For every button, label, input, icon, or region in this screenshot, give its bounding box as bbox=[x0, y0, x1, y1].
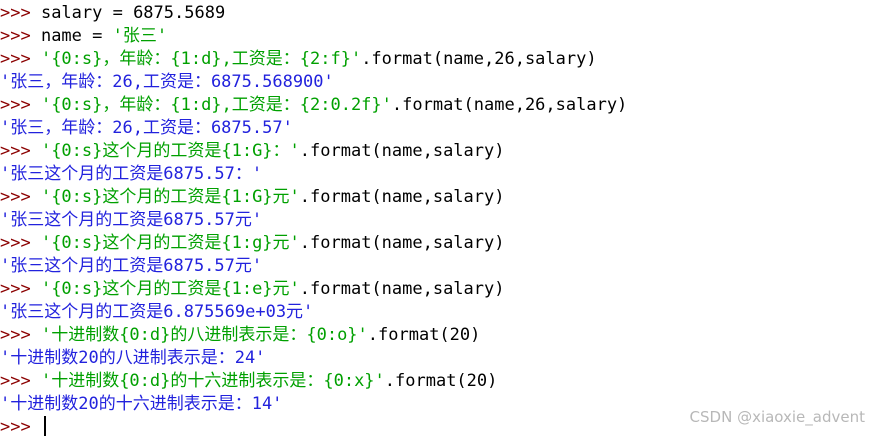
prompt-marker: >>> bbox=[0, 26, 41, 46]
string-literal: '{0:s}，年龄：{1:d},工资是：{2:0.2f}' bbox=[40, 95, 392, 115]
string-literal: '十进制数{0:d}的十六进制表示是：{0:x}' bbox=[40, 371, 385, 391]
input-line: >>> '{0:s}，年龄：{1:d},工资是：{2:0.2f}'.format… bbox=[0, 94, 627, 117]
output-text: '张三这个月的工资是6.875569e+03元' bbox=[0, 302, 314, 322]
string-literal: '{0:s}这个月的工资是{1:g}元' bbox=[40, 233, 300, 253]
input-line: >>> salary = 6875.5689 bbox=[0, 2, 225, 25]
output-line: '张三这个月的工资是6.875569e+03元' bbox=[0, 301, 313, 324]
string-literal: '张三' bbox=[112, 26, 168, 46]
string-literal: '{0:s}这个月的工资是{1:e}元' bbox=[40, 279, 300, 299]
python-shell[interactable]: >>> salary = 6875.5689 >>> name = '张三' >>>… bbox=[0, 0, 879, 439]
output-line: '张三这个月的工资是6875.57元' bbox=[0, 255, 262, 278]
method-call: .format(20) bbox=[384, 371, 498, 391]
prompt-marker: >>> bbox=[0, 417, 41, 437]
prompt-marker: >>> bbox=[0, 279, 41, 299]
input-line: >>> '{0:s}这个月的工资是{1:g}元'.format(name,sal… bbox=[0, 232, 504, 255]
method-call: .format(name,salary) bbox=[299, 279, 505, 299]
output-text: '张三，年龄：26,工资是：6875.57' bbox=[0, 118, 293, 138]
output-text: '十进制数20的十六进制表示是：14' bbox=[0, 394, 283, 414]
input-line: >>> '十进制数{0:d}的十六进制表示是：{0:x}'.format(20) bbox=[0, 370, 497, 393]
output-text: '张三这个月的工资是6875.57元' bbox=[0, 256, 263, 276]
method-call: .format(name,salary) bbox=[299, 141, 505, 161]
prompt-marker: >>> bbox=[0, 141, 41, 161]
text-cursor bbox=[43, 416, 46, 436]
prompt-marker: >>> bbox=[0, 95, 41, 115]
prompt-marker: >>> bbox=[0, 371, 41, 391]
output-line: '张三这个月的工资是6875.57：' bbox=[0, 163, 262, 186]
string-literal: '{0:s}这个月的工资是{1:G}元' bbox=[40, 187, 300, 207]
method-call: .format(name,salary) bbox=[299, 187, 505, 207]
string-literal: '{0:s}，年龄：{1:d},工资是：{2:f}' bbox=[40, 49, 362, 69]
input-line: >>> '{0:s}，年龄：{1:d},工资是：{2:f}'.format(na… bbox=[0, 48, 597, 71]
output-line: '十进制数20的八进制表示是：24' bbox=[0, 347, 265, 370]
prompt-marker: >>> bbox=[0, 325, 41, 345]
string-literal: '{0:s}这个月的工资是{1:G}：' bbox=[40, 141, 300, 161]
active-input-line[interactable]: >>> bbox=[0, 416, 46, 439]
output-line: '张三，年龄：26,工资是：6875.57' bbox=[0, 117, 293, 140]
output-line: '十进制数20的十六进制表示是：14' bbox=[0, 393, 282, 416]
input-line: >>> '{0:s}这个月的工资是{1:e}元'.format(name,sal… bbox=[0, 278, 504, 301]
prompt-marker: >>> bbox=[0, 3, 41, 23]
method-call: .format(name,26,salary) bbox=[361, 49, 597, 69]
code-text: salary = 6875.5689 bbox=[40, 3, 226, 23]
input-line: >>> '{0:s}这个月的工资是{1:G}：'.format(name,sal… bbox=[0, 140, 504, 163]
output-line: '张三，年龄：26,工资是：6875.568900' bbox=[0, 71, 334, 94]
watermark: CSDN @xiaoxie_advent bbox=[689, 408, 865, 426]
method-call: .format(name,salary) bbox=[299, 233, 505, 253]
output-line: '张三这个月的工资是6875.57元' bbox=[0, 209, 262, 232]
input-line: >>> name = '张三' bbox=[0, 25, 167, 48]
output-text: '张三这个月的工资是6875.57元' bbox=[0, 210, 263, 230]
method-call: .format(name,26,salary) bbox=[391, 95, 628, 115]
prompt-marker: >>> bbox=[0, 187, 41, 207]
prompt-marker: >>> bbox=[0, 233, 41, 253]
string-literal: '十进制数{0:d}的八进制表示是：{0:o}' bbox=[40, 325, 368, 345]
output-text: '张三这个月的工资是6875.57：' bbox=[0, 164, 263, 184]
input-line: >>> '{0:s}这个月的工资是{1:G}元'.format(name,sal… bbox=[0, 186, 504, 209]
output-text: '张三，年龄：26,工资是：6875.568900' bbox=[0, 72, 334, 92]
prompt-marker: >>> bbox=[0, 49, 41, 69]
method-call: .format(20) bbox=[367, 325, 481, 345]
input-line: >>> '十进制数{0:d}的八进制表示是：{0:o}'.format(20) bbox=[0, 324, 480, 347]
output-text: '十进制数20的八进制表示是：24' bbox=[0, 348, 266, 368]
code-text: name = bbox=[40, 26, 113, 46]
